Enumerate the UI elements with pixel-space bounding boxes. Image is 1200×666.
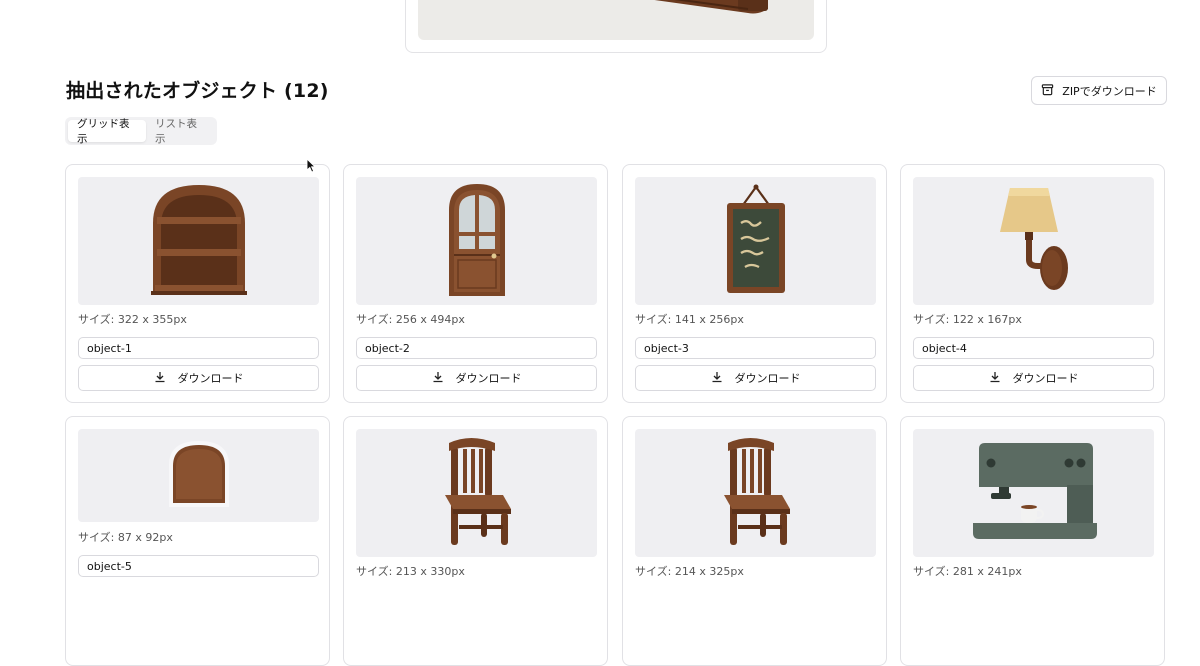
object-thumbnail: [78, 429, 319, 522]
download-icon: [711, 371, 723, 386]
zip-download-label: ZIPでダウンロード: [1062, 84, 1157, 98]
section-title: 抽出されたオブジェクト (12): [66, 80, 329, 102]
tab-grid-view[interactable]: グリッド表示: [68, 118, 146, 145]
object-size: サイズ: 122 x 167px: [913, 313, 1022, 326]
object-name-input[interactable]: [78, 337, 319, 359]
tab-list-view[interactable]: リスト表示: [146, 118, 214, 145]
espresso-machine-icon: [971, 441, 1097, 545]
wood-arch-icon: [167, 439, 231, 513]
object-name-input[interactable]: [356, 337, 597, 359]
door-icon: [447, 182, 507, 300]
object-card: サイズ: 214 x 325px: [622, 416, 887, 666]
object-thumbnail: [913, 177, 1154, 305]
object-card: サイズ: 322 x 355px ダウンロード: [65, 164, 330, 403]
view-toggle: グリッド表示 リスト表示: [65, 117, 217, 145]
chair-icon: [441, 435, 513, 551]
source-image-preview: [418, 0, 814, 40]
zip-download-button[interactable]: ZIPでダウンロード: [1031, 76, 1167, 105]
download-icon: [154, 371, 166, 386]
object-size: サイズ: 322 x 355px: [78, 313, 187, 326]
download-label: ダウンロード: [177, 372, 244, 385]
object-card: サイズ: 87 x 92px: [65, 416, 330, 666]
download-icon: [432, 371, 444, 386]
download-button[interactable]: ダウンロード: [635, 365, 876, 391]
download-label: ダウンロード: [455, 372, 522, 385]
object-card: サイズ: 141 x 256px ダウンロード: [622, 164, 887, 403]
chair-icon: [720, 435, 792, 551]
archive-icon: [1041, 83, 1054, 99]
object-size: サイズ: 87 x 92px: [78, 531, 173, 544]
object-size: サイズ: 256 x 494px: [356, 313, 465, 326]
bookshelf-icon: [149, 183, 249, 299]
object-thumbnail: [78, 177, 319, 305]
object-card: サイズ: 122 x 167px ダウンロード: [900, 164, 1165, 403]
object-name-input[interactable]: [78, 555, 319, 577]
chalkboard-icon: [725, 183, 787, 299]
object-thumbnail: [913, 429, 1154, 557]
cursor-arrow-icon: [306, 157, 317, 177]
object-name-input[interactable]: [635, 337, 876, 359]
object-card: サイズ: 281 x 241px: [900, 416, 1165, 666]
object-thumbnail: [635, 177, 876, 305]
object-card: サイズ: 213 x 330px: [343, 416, 608, 666]
download-button[interactable]: ダウンロード: [78, 365, 319, 391]
object-size: サイズ: 141 x 256px: [635, 313, 744, 326]
object-card: サイズ: 256 x 494px ダウンロード: [343, 164, 608, 403]
download-button[interactable]: ダウンロード: [356, 365, 597, 391]
download-button[interactable]: ダウンロード: [913, 365, 1154, 391]
source-preview-card: [405, 0, 827, 53]
object-thumbnail: [356, 177, 597, 305]
download-label: ダウンロード: [734, 372, 801, 385]
wall-lamp-icon: [996, 186, 1072, 296]
download-label: ダウンロード: [1012, 372, 1079, 385]
object-name-input[interactable]: [913, 337, 1154, 359]
object-thumbnail: [356, 429, 597, 557]
mouse-cursor: [306, 157, 317, 177]
download-icon: [989, 371, 1001, 386]
object-thumbnail: [635, 429, 876, 557]
